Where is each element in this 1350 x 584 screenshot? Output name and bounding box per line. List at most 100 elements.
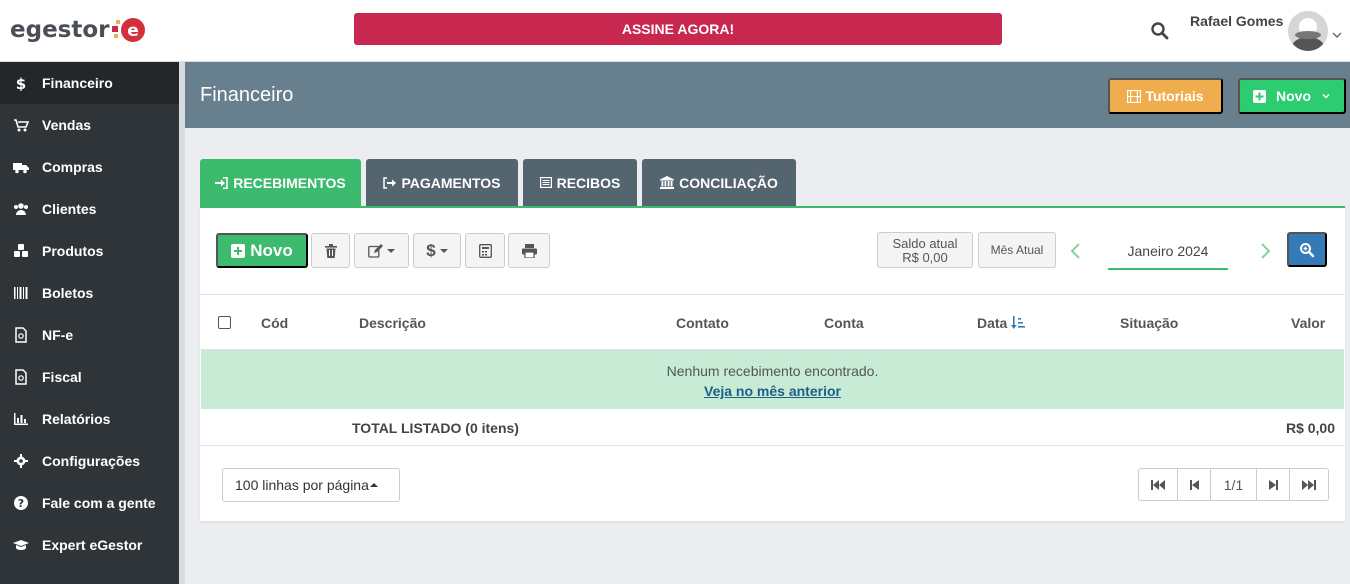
barcode-icon [12,285,30,301]
graduation-cap-icon [12,537,30,553]
sidebar-item-label: Boletos [42,285,94,301]
print-icon [521,243,537,258]
sidebar: $ Financeiro Vendas Compras Clientes Pro… [0,62,179,584]
dollar-icon: $ [12,75,30,91]
payment-dropdown-button[interactable]: $ [413,233,461,268]
next-month-icon[interactable] [1258,242,1272,260]
column-descricao[interactable]: Descrição [359,315,426,331]
dollar-icon: $ [426,240,436,260]
delete-button[interactable] [311,233,350,268]
previous-page-icon[interactable] [1178,469,1211,500]
rows-per-page-select[interactable]: 100 linhas por página [222,468,400,502]
column-data-label: Data [977,315,1008,331]
print-button[interactable] [508,233,550,268]
sidebar-item-fale-com-a-gente[interactable]: ? Fale com a gente [0,482,179,524]
tab-label: PAGAMENTOS [401,174,501,191]
sign-in-icon [215,176,228,189]
caret-down-icon [387,248,395,253]
sidebar-item-label: Compras [42,159,103,175]
column-data[interactable]: Data [977,315,1026,331]
new-label: Novo [1276,88,1311,104]
balance-label: Saldo atual [892,236,958,251]
caret-up-icon [369,483,378,487]
edit-dropdown-button[interactable] [354,233,409,268]
tab-conciliacao[interactable]: CONCILIAÇÃO [642,159,796,206]
previous-month-icon[interactable] [1069,242,1083,260]
month-selector[interactable]: Janeiro 2024 [1108,234,1228,270]
tab-label: CONCILIAÇÃO [679,174,778,191]
tab-label: RECIBOS [556,174,621,191]
gear-icon [12,453,30,469]
bar-chart-icon [12,411,30,427]
new-label: Novo [250,240,293,260]
next-page-icon[interactable] [1257,469,1290,500]
sidebar-item-configuracoes[interactable]: Configurações [0,440,179,482]
svg-text:$: $ [16,75,26,91]
total-row: TOTAL LISTADO (0 itens) R$ 0,00 [200,409,1345,446]
sidebar-item-label: Relatórios [42,411,111,427]
sidebar-item-label: Expert eGestor [42,537,143,553]
chevron-down-icon[interactable] [1332,27,1342,38]
truck-icon [12,159,30,175]
sidebar-item-label: Financeiro [42,75,113,91]
cubes-icon [12,243,30,259]
pagination: 1/1 [1138,468,1329,501]
table-header: Cód Descrição Contato Conta Data Situaçã… [200,294,1345,350]
balance-value: R$ 0,00 [902,250,948,265]
egestor-logo[interactable]: egestor e [10,14,148,46]
user-name[interactable]: Rafael Gomes [1190,13,1283,29]
column-valor[interactable]: Valor [1291,315,1325,331]
column-contato[interactable]: Contato [676,315,729,331]
advanced-search-button[interactable] [1287,232,1327,267]
select-all-checkbox[interactable] [218,316,231,329]
total-label: TOTAL LISTADO (0 itens) [352,420,519,436]
users-icon [12,201,30,217]
sort-asc-icon [1011,316,1026,329]
logo-text: egestor [10,17,110,43]
tab-pagamentos[interactable]: PAGAMENTOS [366,159,518,206]
current-month-button[interactable]: Mês Atual [978,232,1056,268]
sidebar-item-label: Fiscal [42,369,82,385]
sidebar-item-vendas[interactable]: Vendas [0,104,179,146]
tab-label: RECEBIMENTOS [233,174,346,191]
last-page-icon[interactable] [1290,469,1328,500]
receipt-icon [539,177,552,188]
search-icon[interactable] [1150,21,1170,41]
sidebar-item-produtos[interactable]: Produtos [0,230,179,272]
sidebar-item-financeiro[interactable]: $ Financeiro [0,62,179,104]
new-receivable-button[interactable]: Novo [216,233,308,268]
calculator-icon [478,243,492,258]
edit-icon [368,243,383,258]
tab-recebimentos[interactable]: RECEBIMENTOS [200,159,361,206]
current-balance[interactable]: Saldo atual R$ 0,00 [877,232,973,268]
sidebar-item-label: Clientes [42,201,97,217]
zoom-icon [1300,242,1315,257]
sidebar-item-compras[interactable]: Compras [0,146,179,188]
sidebar-item-fiscal[interactable]: Fiscal [0,356,179,398]
sidebar-item-expert-egestor[interactable]: Expert eGestor [0,524,179,566]
column-cod[interactable]: Cód [261,315,288,331]
sidebar-item-clientes[interactable]: Clientes [0,188,179,230]
sidebar-item-relatorios[interactable]: Relatórios [0,398,179,440]
previous-month-link[interactable]: Veja no mês anterior [704,383,841,399]
sidebar-item-boletos[interactable]: Boletos [0,272,179,314]
logo-mark-icon: e [111,14,148,46]
tutorials-button[interactable]: Tutoriais [1108,78,1223,114]
tab-recibos[interactable]: RECIBOS [523,159,637,206]
column-situacao[interactable]: Situação [1120,315,1178,331]
page-header: Financeiro Tutoriais Novo [185,62,1350,128]
avatar[interactable] [1288,11,1328,51]
document-icon [12,327,30,343]
total-value: R$ 0,00 [1285,420,1335,436]
cart-icon [12,117,30,133]
receivables-panel: Novo $ Saldo atual R$ 0,00 Mês Atual Jan… [200,206,1345,521]
new-dropdown-button[interactable]: Novo [1238,78,1346,114]
subscribe-now-button[interactable]: ASSINE AGORA! [354,13,1002,45]
sidebar-item-nfe[interactable]: NF-e [0,314,179,356]
calculator-button[interactable] [465,233,505,268]
column-conta[interactable]: Conta [824,315,864,331]
sidebar-item-label: Produtos [42,243,104,259]
plus-square-icon [1253,89,1266,103]
sign-out-icon [383,176,397,189]
first-page-icon[interactable] [1139,469,1178,500]
